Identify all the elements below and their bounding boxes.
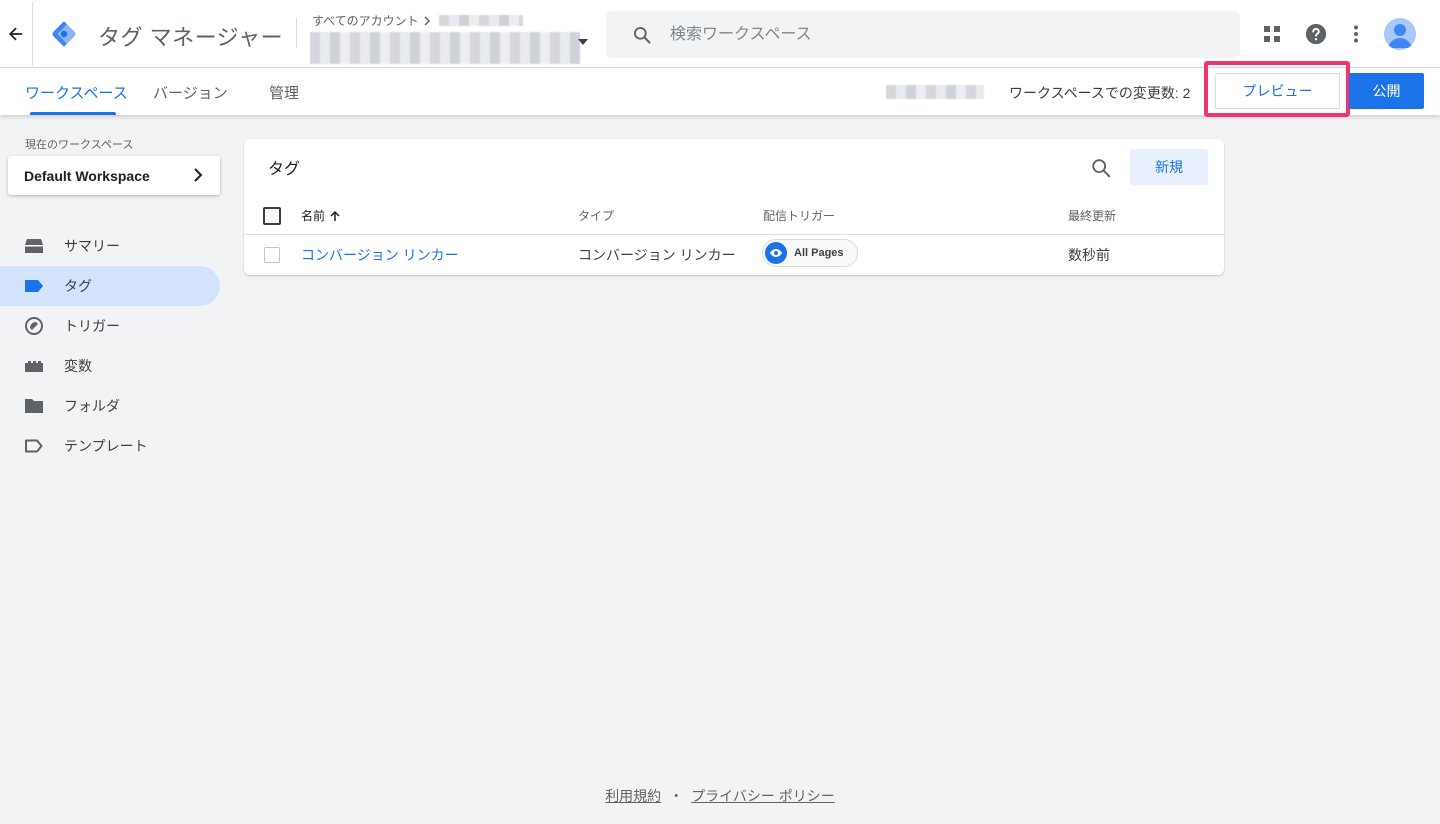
column-header-updated[interactable]: 最終更新 (1068, 207, 1116, 224)
template-icon (23, 435, 45, 457)
chevron-right-icon (424, 15, 430, 26)
column-header-name[interactable]: 名前 (301, 207, 341, 224)
sidebar-item-label: テンプレート (64, 438, 148, 454)
table-search-icon[interactable] (1090, 157, 1112, 184)
arrow-up-icon (330, 210, 340, 221)
top-app-bar: タグ マネージャー すべてのアカウント (0, 0, 1440, 68)
search-icon (632, 25, 652, 45)
account-name-redacted (438, 15, 523, 26)
chevron-right-icon (194, 168, 203, 182)
tab-workspace[interactable]: ワークスペース (25, 82, 128, 103)
tag-manager-logo (52, 21, 76, 47)
account-breadcrumb[interactable]: すべてのアカウント (312, 12, 523, 29)
active-tab-indicator (30, 112, 116, 115)
trigger-icon (23, 315, 45, 337)
person-icon (1388, 24, 1412, 48)
tag-icon (23, 275, 45, 297)
apps-grid-icon[interactable] (1260, 22, 1284, 46)
account-avatar[interactable] (1384, 18, 1416, 50)
sidebar-item-label: トリガー (64, 318, 120, 334)
app-title: タグ マネージャー (98, 25, 284, 50)
sidebar-item-tags[interactable]: タグ (0, 266, 220, 306)
account-crumb-label: すべてのアカウント (312, 14, 419, 28)
sidebar-item-triggers[interactable]: トリガー (0, 306, 220, 346)
sidebar-item-folders[interactable]: フォルダ (0, 386, 220, 426)
summary-icon (23, 235, 45, 257)
container-name-redacted[interactable] (310, 32, 580, 64)
search-input[interactable] (668, 24, 1212, 45)
eye-icon (765, 242, 787, 264)
header-row-divider (244, 234, 1224, 235)
caret-down-icon[interactable] (578, 38, 588, 46)
new-tag-button[interactable]: 新規 (1130, 149, 1208, 185)
sidebar-item-label: フォルダ (64, 398, 120, 414)
tags-table-card: タグ 新規 名前 タイプ 配信トリガー 最終更新 コンバージョン リンカー コン… (244, 139, 1224, 275)
current-workspace-label: 現在のワークスペース (25, 139, 134, 151)
trigger-chip-label: All Pages (794, 247, 844, 259)
publish-button[interactable]: 公開 (1349, 73, 1424, 109)
privacy-link[interactable]: プライバシー ポリシー (691, 788, 835, 804)
workspace-search[interactable] (606, 11, 1240, 58)
card-title: タグ (268, 161, 301, 178)
column-header-type[interactable]: タイプ (578, 207, 614, 224)
sidebar-item-templates[interactable]: テンプレート (0, 426, 220, 466)
trigger-chip[interactable]: All Pages (762, 239, 858, 267)
sidebar-item-summary[interactable]: サマリー (0, 226, 220, 266)
help-icon[interactable] (1304, 22, 1328, 46)
sidebar-item-variables[interactable]: 変数 (0, 346, 220, 386)
variable-icon (23, 355, 45, 377)
tab-versions[interactable]: バージョン (153, 82, 228, 103)
back-button[interactable] (0, 2, 33, 66)
terms-link[interactable]: 利用規約 (605, 788, 661, 804)
workspace-name-redacted (886, 85, 984, 99)
footer-links: 利用規約・プライバシー ポリシー (0, 786, 1440, 806)
column-header-trigger[interactable]: 配信トリガー (763, 207, 835, 224)
footer-separator: ・ (669, 788, 684, 804)
more-vert-icon[interactable] (1344, 22, 1368, 46)
sidebar-item-label: サマリー (64, 238, 120, 254)
sidebar-item-label: 変数 (64, 358, 92, 374)
workspace-name: Default Workspace (24, 167, 150, 184)
header-divider (296, 18, 297, 48)
tag-type: コンバージョン リンカー (578, 247, 736, 263)
column-header-label: 名前 (301, 209, 326, 223)
workspace-selector[interactable]: Default Workspace (8, 156, 220, 195)
sidebar-item-label: タグ (64, 278, 92, 294)
workspace-changes-count: ワークスペースでの変更数: 2 (1009, 85, 1191, 101)
arrow-back-icon (9, 27, 23, 41)
tag-name-link[interactable]: コンバージョン リンカー (301, 245, 459, 265)
preview-button[interactable]: プレビュー (1215, 73, 1340, 109)
select-all-checkbox[interactable] (263, 207, 281, 225)
tab-admin[interactable]: 管理 (269, 82, 299, 103)
last-updated: 数秒前 (1068, 247, 1110, 263)
folder-icon (23, 395, 45, 417)
row-checkbox[interactable] (264, 247, 280, 263)
